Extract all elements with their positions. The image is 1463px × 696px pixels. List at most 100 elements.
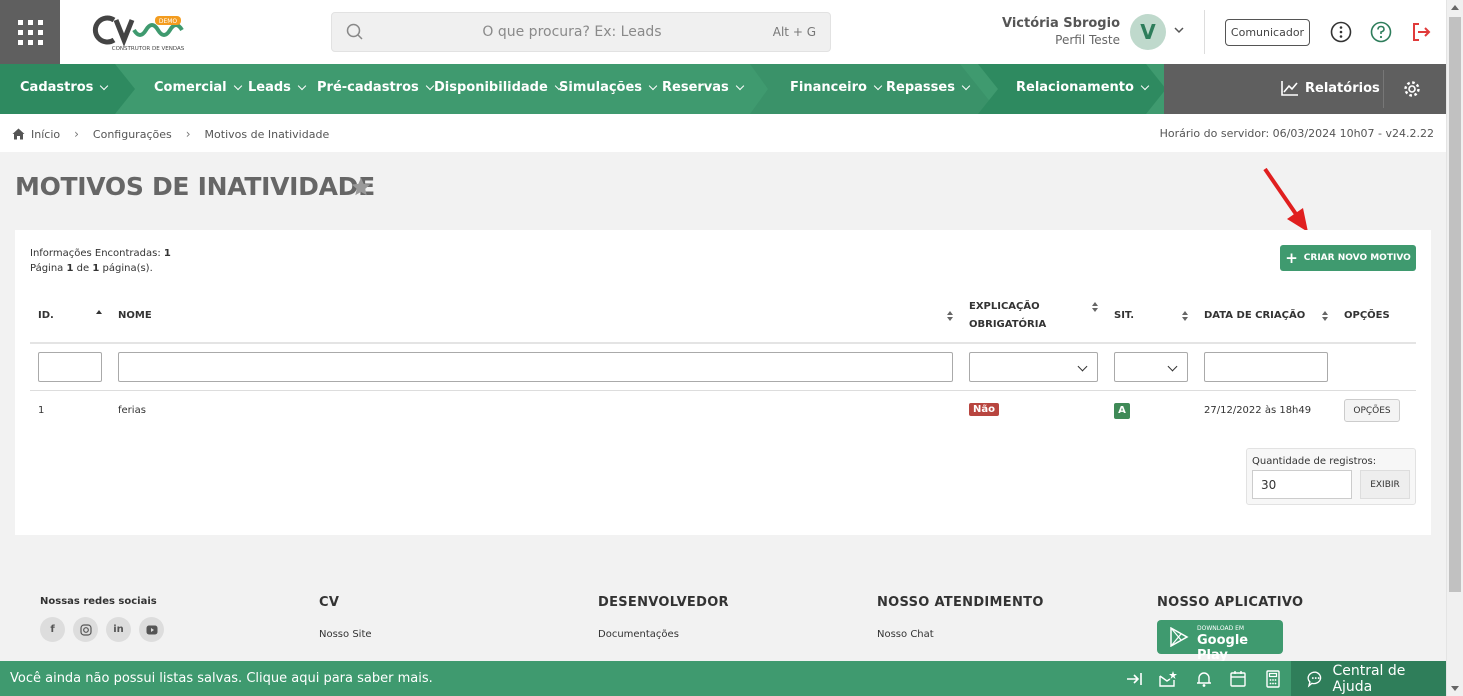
nav-simulacoes[interactable]: Simulações — [559, 80, 658, 95]
results-info: Informações Encontradas: 1 Página 1 de 1… — [30, 246, 171, 276]
nav-pre-cadastros[interactable]: Pré-cadastros — [317, 80, 434, 95]
page-title: MOTIVOS DE INATIVIDADE — [15, 172, 375, 201]
nav-label: Cadastros — [20, 80, 94, 95]
scroll-down-arrow[interactable] — [1451, 686, 1459, 691]
nav-label: Simulações — [559, 80, 643, 95]
status-badge: A — [1114, 403, 1130, 419]
column-header-explanation-line2: OBRIGATÓRIA — [969, 319, 1047, 330]
footer-link-site[interactable]: Nosso Site — [319, 629, 372, 640]
breadcrumb-bar: Início › Configurações › Motivos de Inat… — [0, 114, 1446, 152]
nav-comercial[interactable]: Comercial — [154, 80, 242, 95]
breadcrumb-current: Motivos de Inatividade — [204, 127, 330, 141]
user-info[interactable]: Victória Sbrogio Perfil Teste — [960, 16, 1120, 47]
divider — [1204, 10, 1205, 54]
chevron-down-icon[interactable] — [1173, 24, 1185, 36]
apps-grid-icon[interactable] — [0, 0, 60, 64]
page-of: de — [76, 263, 90, 274]
nav-reservas[interactable]: Reservas — [662, 80, 745, 95]
logout-icon[interactable] — [1410, 21, 1432, 43]
communicator-button[interactable]: Comunicador — [1225, 19, 1310, 46]
chevron-down-icon — [100, 81, 109, 90]
youtube-icon[interactable] — [139, 617, 164, 642]
breadcrumb-home[interactable]: Início — [31, 128, 60, 141]
logo[interactable]: DEMO CONSTRUTOR DE VENDAS — [92, 10, 192, 54]
scroll-up-arrow[interactable] — [1451, 5, 1459, 10]
sort-icon[interactable] — [946, 310, 954, 322]
calendar-icon[interactable] — [1229, 670, 1247, 688]
column-header-status[interactable]: SIT. — [1114, 307, 1134, 325]
nav-label: Pré-cadastros — [317, 80, 419, 95]
quantity-input[interactable] — [1252, 470, 1352, 499]
star-icon[interactable] — [350, 176, 372, 198]
divider — [30, 390, 1416, 391]
chevron-down-icon — [873, 81, 883, 90]
nav-disponibilidade[interactable]: Disponibilidade — [434, 80, 564, 95]
instagram-icon[interactable] — [73, 617, 98, 642]
chevron-down-icon — [425, 81, 434, 90]
page-suffix: página(s). — [102, 263, 153, 274]
logo-subtitle: CONSTRUTOR DE VENDAS — [112, 46, 185, 52]
scrollbar-thumb[interactable] — [1449, 17, 1461, 592]
mail-star-icon[interactable] — [1159, 670, 1177, 688]
help-center-button[interactable]: Central de Ajuda — [1291, 661, 1446, 696]
chevron-down-icon — [1140, 81, 1150, 90]
nav-label: Comercial — [154, 80, 227, 95]
search-input[interactable] — [372, 13, 772, 51]
column-header-name[interactable]: NOME — [118, 307, 152, 325]
column-header-created[interactable]: DATA DE CRIAÇÃO — [1204, 307, 1305, 325]
row-options-button[interactable]: OPÇÕES — [1344, 399, 1400, 422]
create-reason-button[interactable]: + CRIAR NOVO MOTIVO — [1280, 245, 1416, 271]
footer-link-chat[interactable]: Nosso Chat — [877, 629, 934, 640]
chevron-down-icon — [297, 81, 307, 90]
help-center-label: Central de Ajuda — [1332, 662, 1406, 695]
filter-name-input[interactable] — [118, 352, 953, 382]
avatar[interactable]: V — [1130, 14, 1166, 50]
annotation-arrow-icon — [1263, 167, 1308, 232]
sort-icon[interactable] — [1181, 310, 1189, 322]
collapse-right-icon[interactable] — [1125, 670, 1143, 688]
row-name: ferias — [118, 405, 146, 416]
filter-created-input[interactable] — [1204, 352, 1328, 382]
page-scrollbar[interactable] — [1446, 0, 1463, 696]
chat-bubble-icon — [1307, 671, 1322, 688]
nav-reports[interactable]: Relatórios — [1281, 80, 1380, 96]
footer-link-docs[interactable]: Documentações — [598, 629, 679, 640]
nav-leads[interactable]: Leads — [248, 80, 307, 95]
bell-icon[interactable] — [1195, 670, 1213, 688]
column-header-id[interactable]: ID. — [38, 307, 54, 325]
sort-icon[interactable] — [1091, 301, 1099, 313]
show-button[interactable]: EXIBIR — [1360, 470, 1410, 499]
saved-lists-message[interactable]: Você ainda não possui listas salvas. Cli… — [10, 671, 433, 686]
gear-icon[interactable] — [1403, 80, 1421, 98]
nav-financeiro[interactable]: Financeiro — [790, 80, 883, 95]
sort-asc-icon[interactable] — [95, 308, 103, 320]
facebook-icon[interactable]: f — [40, 617, 65, 642]
filter-status-select[interactable] — [1114, 352, 1188, 382]
main-nav: Cadastros Comercial Leads Pré-cadastros … — [0, 64, 1446, 114]
filter-id-input[interactable] — [38, 352, 102, 382]
calculator-icon[interactable] — [1264, 670, 1282, 688]
chevron-down-icon — [233, 81, 242, 90]
divider — [1383, 70, 1384, 108]
google-play-small: DOWNLOAD EM — [1197, 625, 1245, 632]
breadcrumb: Início › Configurações › Motivos de Inat… — [12, 127, 329, 141]
nav-label: Disponibilidade — [434, 80, 548, 95]
sort-icon[interactable] — [1321, 310, 1329, 322]
home-icon[interactable] — [12, 128, 25, 140]
nav-repasses[interactable]: Repasses — [886, 80, 971, 95]
nav-relacionamento[interactable]: Relacionamento — [1016, 80, 1150, 95]
column-header-explanation[interactable]: EXPLICAÇÃO OBRIGATÓRIA — [969, 298, 1046, 334]
filter-explanation-select[interactable] — [969, 352, 1098, 382]
global-search: Alt + G — [331, 12, 831, 52]
help-icon[interactable] — [1370, 21, 1392, 43]
nav-reports-label: Relatórios — [1305, 80, 1380, 96]
breadcrumb-configuracoes[interactable]: Configurações — [93, 128, 172, 141]
search-shortcut-hint: Alt + G — [772, 25, 816, 39]
linkedin-icon[interactable]: in — [106, 617, 131, 642]
plus-icon: + — [1285, 249, 1298, 267]
more-vertical-icon[interactable] — [1330, 21, 1352, 43]
user-name: Victória Sbrogio — [1001, 16, 1120, 31]
nav-cadastros[interactable]: Cadastros — [20, 80, 109, 95]
google-play-button[interactable]: DOWNLOAD EM Google Play — [1157, 620, 1283, 663]
chevron-right-icon: › — [74, 127, 79, 141]
